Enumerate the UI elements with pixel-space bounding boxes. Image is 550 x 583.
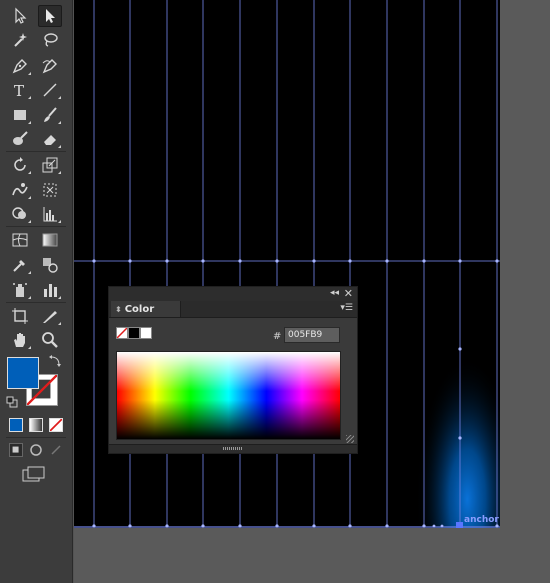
hex-input[interactable] [284, 327, 340, 343]
color-mode-button[interactable] [9, 418, 23, 432]
gradient-tool-icon[interactable] [39, 230, 61, 250]
rectangle-tool-icon[interactable] [9, 105, 31, 125]
anchor-point [385, 259, 389, 263]
color-spectrum[interactable] [116, 351, 341, 440]
eyedropper-tool-icon[interactable] [9, 255, 31, 275]
anchor-point [458, 436, 462, 440]
close-panel-icon[interactable]: ✕ [344, 287, 353, 300]
anchor-point [495, 259, 499, 263]
black-swatch[interactable] [128, 327, 140, 339]
anchor-point [458, 347, 462, 351]
eraser-tool-icon[interactable] [39, 129, 61, 149]
anchor-point [432, 524, 436, 528]
screen-mode-icon[interactable] [22, 466, 46, 482]
warp-tool-icon[interactable] [9, 180, 31, 200]
zoom-tool-icon[interactable] [39, 330, 61, 350]
magic-wand-tool-icon[interactable] [9, 30, 31, 50]
tab-arrows-icon: ⬍ [115, 304, 122, 314]
white-swatch[interactable] [140, 327, 152, 339]
anchor-point [440, 524, 444, 528]
panel-bottom-bar [109, 444, 357, 453]
collapse-panel-icon[interactable]: ◂◂ [330, 288, 339, 298]
anchor-point [348, 259, 352, 263]
panel-title-bar[interactable]: ◂◂ ✕ [109, 287, 357, 301]
shape-builder-tool-icon[interactable] [9, 204, 31, 224]
pasteboard-right [500, 0, 550, 583]
none-mode-button[interactable] [49, 418, 63, 432]
type-tool-icon[interactable]: T [9, 80, 31, 100]
lasso-tool-icon[interactable] [39, 30, 61, 50]
blend-tool-icon[interactable] [39, 255, 61, 275]
swap-fill-stroke-icon[interactable] [48, 354, 62, 368]
perspective-grid-tool-icon[interactable] [39, 204, 61, 224]
line-segment-tool-icon[interactable] [39, 80, 61, 100]
draw-behind-icon[interactable] [29, 443, 43, 457]
fill-swatch-front[interactable] [7, 357, 39, 389]
anchor-point [201, 259, 205, 263]
column-graph-tool-icon[interactable] [39, 280, 61, 300]
rotate-tool-icon[interactable] [9, 155, 31, 175]
selection-tool-icon[interactable] [9, 6, 31, 26]
tab-color-label: Color [124, 303, 155, 315]
anchor-label: anchor [464, 515, 499, 525]
default-fill-stroke-icon[interactable] [6, 396, 18, 408]
none-swatch[interactable] [116, 327, 128, 339]
draw-normal-icon[interactable] [9, 443, 23, 457]
gradient-mode-button[interactable] [29, 418, 43, 432]
anchor-point [275, 259, 279, 263]
color-panel[interactable]: ◂◂ ✕ ⬍ Color ▾☰ # [108, 286, 358, 454]
resize-grip-icon[interactable] [346, 435, 354, 443]
slice-tool-icon[interactable] [39, 306, 61, 326]
artboard-tool-icon[interactable] [9, 306, 31, 326]
pasteboard-bottom [74, 528, 500, 583]
paintbrush-tool-icon[interactable] [39, 105, 61, 125]
anchor-point [238, 259, 242, 263]
curvature-tool-icon[interactable] [39, 56, 61, 76]
mesh-tool-icon[interactable] [9, 230, 31, 250]
tools-panel: T [0, 0, 73, 583]
blob-brush-tool-icon[interactable] [9, 129, 31, 149]
panel-menu-icon[interactable]: ▾☰ [340, 303, 353, 313]
anchor-point [312, 259, 316, 263]
direct-selection-tool-icon[interactable] [38, 5, 62, 27]
anchor-point [128, 259, 132, 263]
scale-tool-icon[interactable] [39, 155, 61, 175]
symbol-sprayer-tool-icon[interactable] [9, 280, 31, 300]
anchor-point [92, 259, 96, 263]
svg-text:T: T [14, 82, 24, 99]
hex-label: # [273, 331, 282, 342]
anchor-point [458, 259, 462, 263]
anchor-point [422, 259, 426, 263]
draw-inside-icon[interactable] [49, 443, 63, 457]
tab-color[interactable]: ⬍ Color [111, 301, 182, 317]
anchor-point [165, 259, 169, 263]
hand-tool-icon[interactable] [9, 330, 31, 350]
free-transform-tool-icon[interactable] [39, 180, 61, 200]
panel-resize-handle[interactable] [223, 447, 243, 450]
pen-tool-icon[interactable] [9, 56, 31, 76]
